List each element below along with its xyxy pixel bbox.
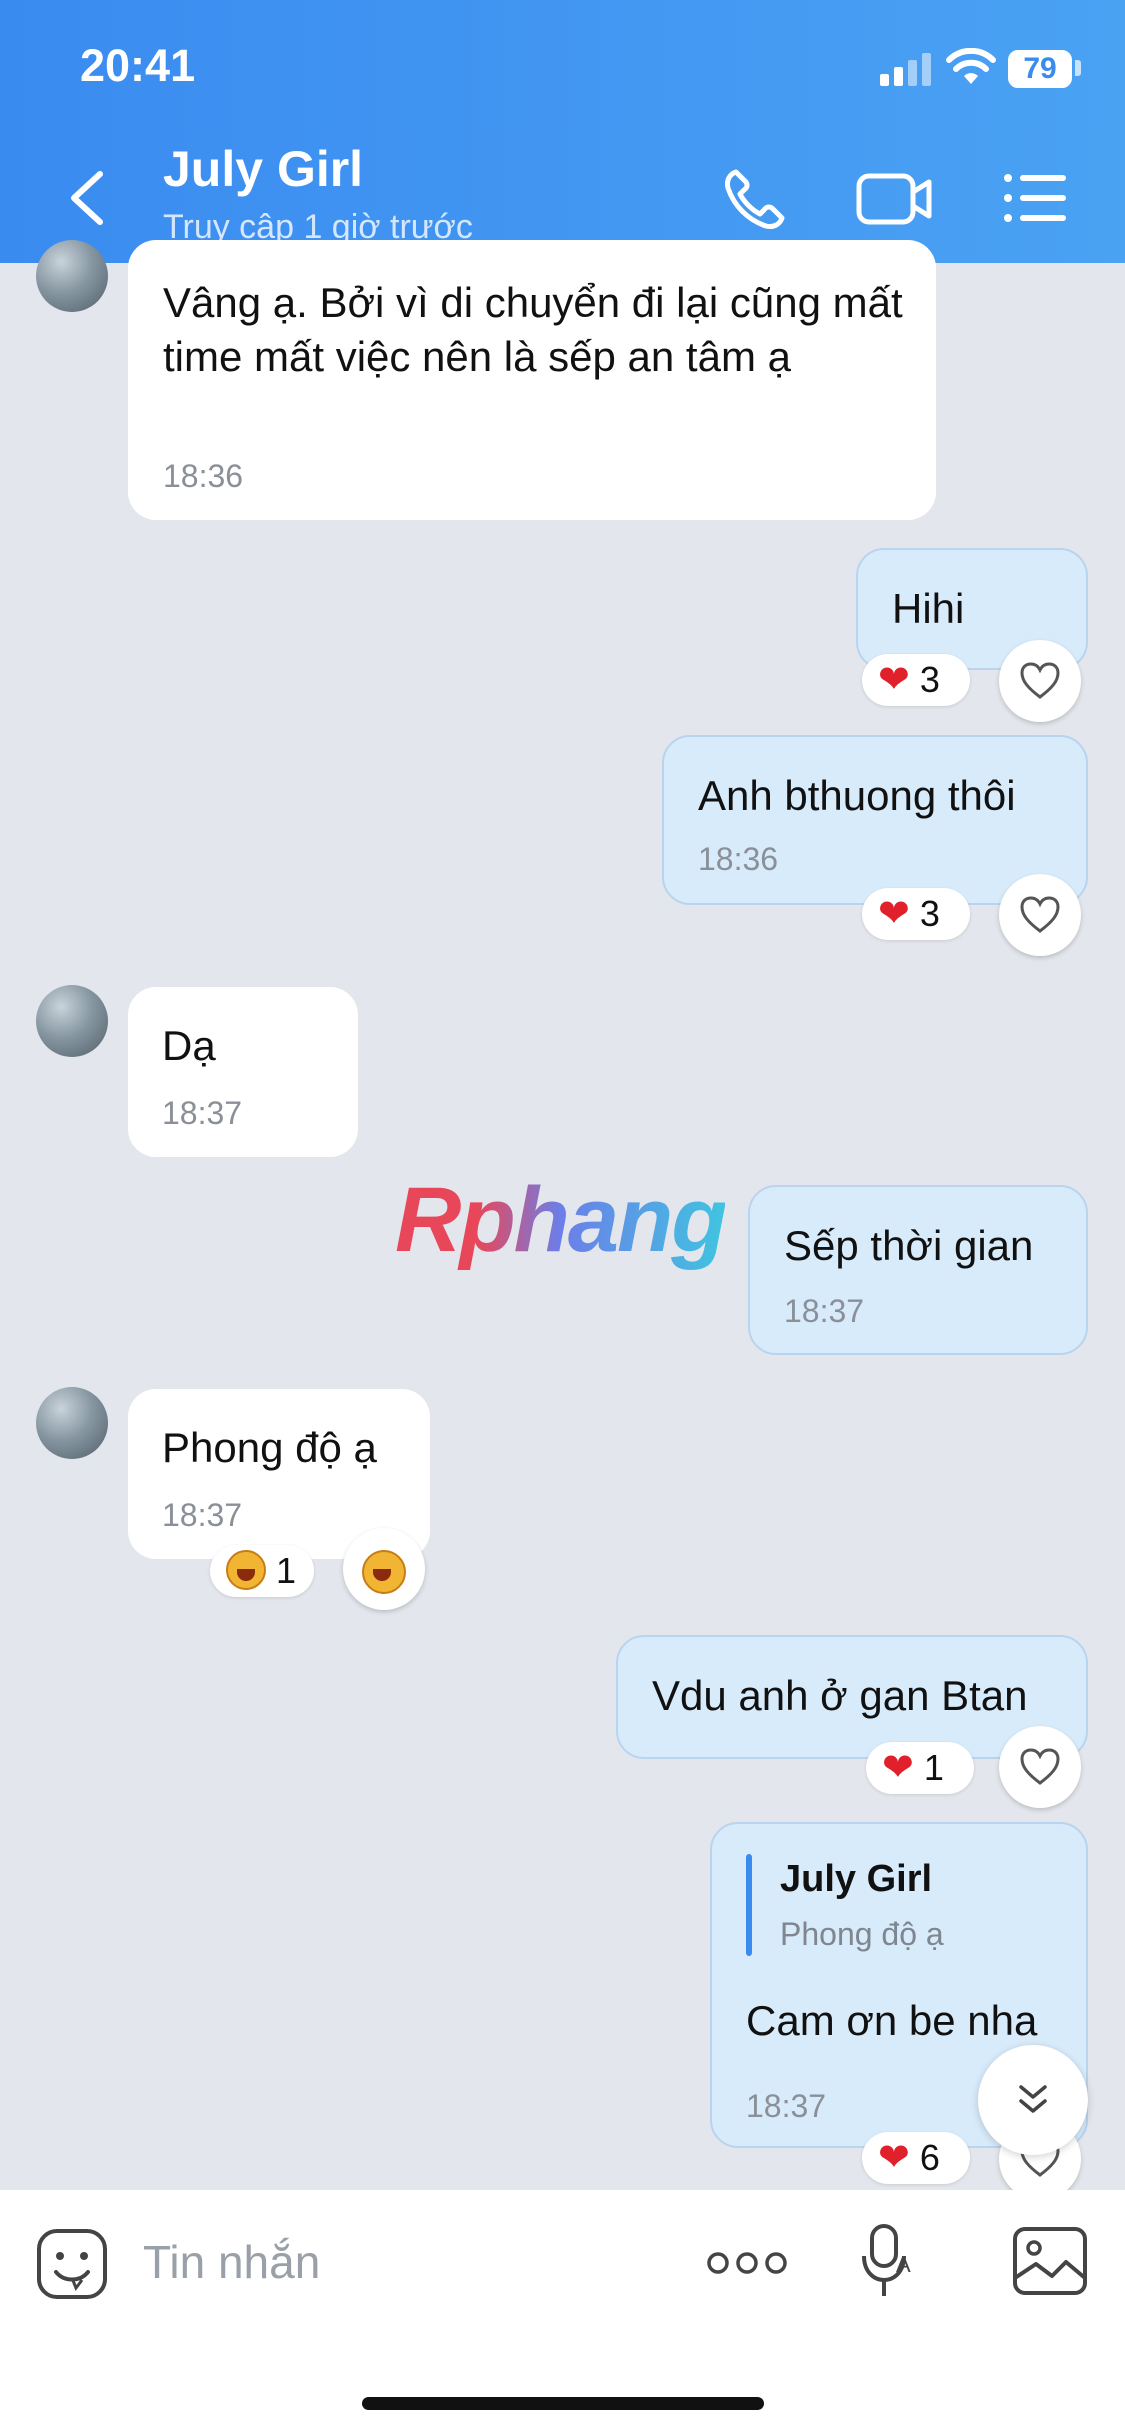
message-text: Phong độ ạ xyxy=(162,1424,377,1471)
message-time: 18:37 xyxy=(162,1095,243,1131)
reaction-count: 1 xyxy=(276,1550,297,1591)
back-icon[interactable] xyxy=(62,168,112,228)
heart-outline-icon xyxy=(1020,662,1060,699)
reaction-count: 3 xyxy=(919,893,940,934)
menu-list-icon[interactable] xyxy=(1002,170,1068,226)
reaction-count: 6 xyxy=(919,2137,940,2178)
quote-author: July Girl xyxy=(780,1858,933,1900)
scroll-to-bottom-button[interactable] xyxy=(978,2045,1088,2155)
video-call-icon[interactable] xyxy=(855,170,935,228)
battery-tip xyxy=(1075,60,1081,76)
react-heart-button[interactable] xyxy=(999,874,1081,956)
reaction-summary[interactable]: ❤ 3 xyxy=(862,654,970,706)
message-time: 18:37 xyxy=(784,1293,865,1329)
message-time: 18:37 xyxy=(162,1497,243,1533)
message-text: Sếp thời gian xyxy=(784,1222,1034,1269)
react-heart-button[interactable] xyxy=(999,1726,1081,1808)
message-text: Hihi xyxy=(892,585,965,632)
heart-outline-icon xyxy=(1020,1748,1060,1785)
reaction-count: 1 xyxy=(923,1747,944,1788)
battery-indicator: 79 xyxy=(1008,50,1072,88)
message-text: Anh bthuong thôi xyxy=(698,772,1016,819)
message-input[interactable]: Tin nhắn xyxy=(143,2235,320,2289)
avatar[interactable] xyxy=(36,1387,108,1459)
reaction-summary[interactable]: ❤ 1 xyxy=(866,1742,974,1794)
message-time: 18:36 xyxy=(163,458,244,494)
more-options-icon[interactable] xyxy=(706,2246,788,2280)
double-chevron-down-icon xyxy=(1019,2085,1047,2113)
watermark-logo: Rphang xyxy=(395,1169,727,1271)
heart-icon: ❤ xyxy=(882,1747,914,1789)
signal-icon xyxy=(880,53,931,86)
react-laugh-button[interactable] xyxy=(343,1528,425,1610)
react-heart-button[interactable] xyxy=(999,640,1081,722)
phone-icon[interactable] xyxy=(722,166,788,232)
message-text: Vâng ạ. Bởi vì di chuyển đi lại cũng mất… xyxy=(163,279,903,380)
reaction-summary[interactable]: 1 xyxy=(210,1545,314,1597)
reaction-summary[interactable]: ❤ 3 xyxy=(862,888,970,940)
home-indicator[interactable] xyxy=(362,2397,764,2410)
avatar[interactable] xyxy=(36,985,108,1057)
message-time: 18:36 xyxy=(698,841,779,877)
message-text: Dạ xyxy=(162,1022,216,1069)
wifi-icon xyxy=(946,48,996,84)
svg-text:A: A xyxy=(896,2252,911,2277)
laugh-emoji-icon xyxy=(226,1550,266,1591)
heart-icon: ❤ xyxy=(878,659,910,701)
voice-to-text-icon[interactable]: A xyxy=(862,2222,922,2302)
quote-bar xyxy=(746,1854,752,1956)
heart-icon: ❤ xyxy=(878,893,910,935)
message-bubble[interactable]: Sếp thời gian 18:37 xyxy=(748,1185,1088,1355)
laugh-emoji-icon xyxy=(362,1550,406,1594)
contact-name[interactable]: July Girl xyxy=(163,140,363,198)
heart-icon: ❤ xyxy=(878,2137,910,2179)
sticker-icon[interactable] xyxy=(36,2228,108,2300)
quote-text: Phong độ ạ xyxy=(780,1916,944,1952)
heart-outline-icon xyxy=(1020,896,1060,933)
message-text: Vdu anh ở gan Btan xyxy=(652,1672,1028,1719)
message-text: Cam ơn be nha xyxy=(746,1997,1038,2044)
reaction-count: 3 xyxy=(919,659,940,700)
reaction-summary[interactable]: ❤ 6 xyxy=(862,2132,970,2184)
status-time: 20:41 xyxy=(80,40,196,91)
message-bubble[interactable]: Vâng ạ. Bởi vì di chuyển đi lại cũng mất… xyxy=(128,240,936,520)
image-gallery-icon[interactable] xyxy=(1012,2226,1088,2296)
message-bubble[interactable]: Dạ 18:37 xyxy=(128,987,358,1157)
avatar[interactable] xyxy=(36,240,108,312)
message-time: 18:37 xyxy=(746,2088,827,2124)
